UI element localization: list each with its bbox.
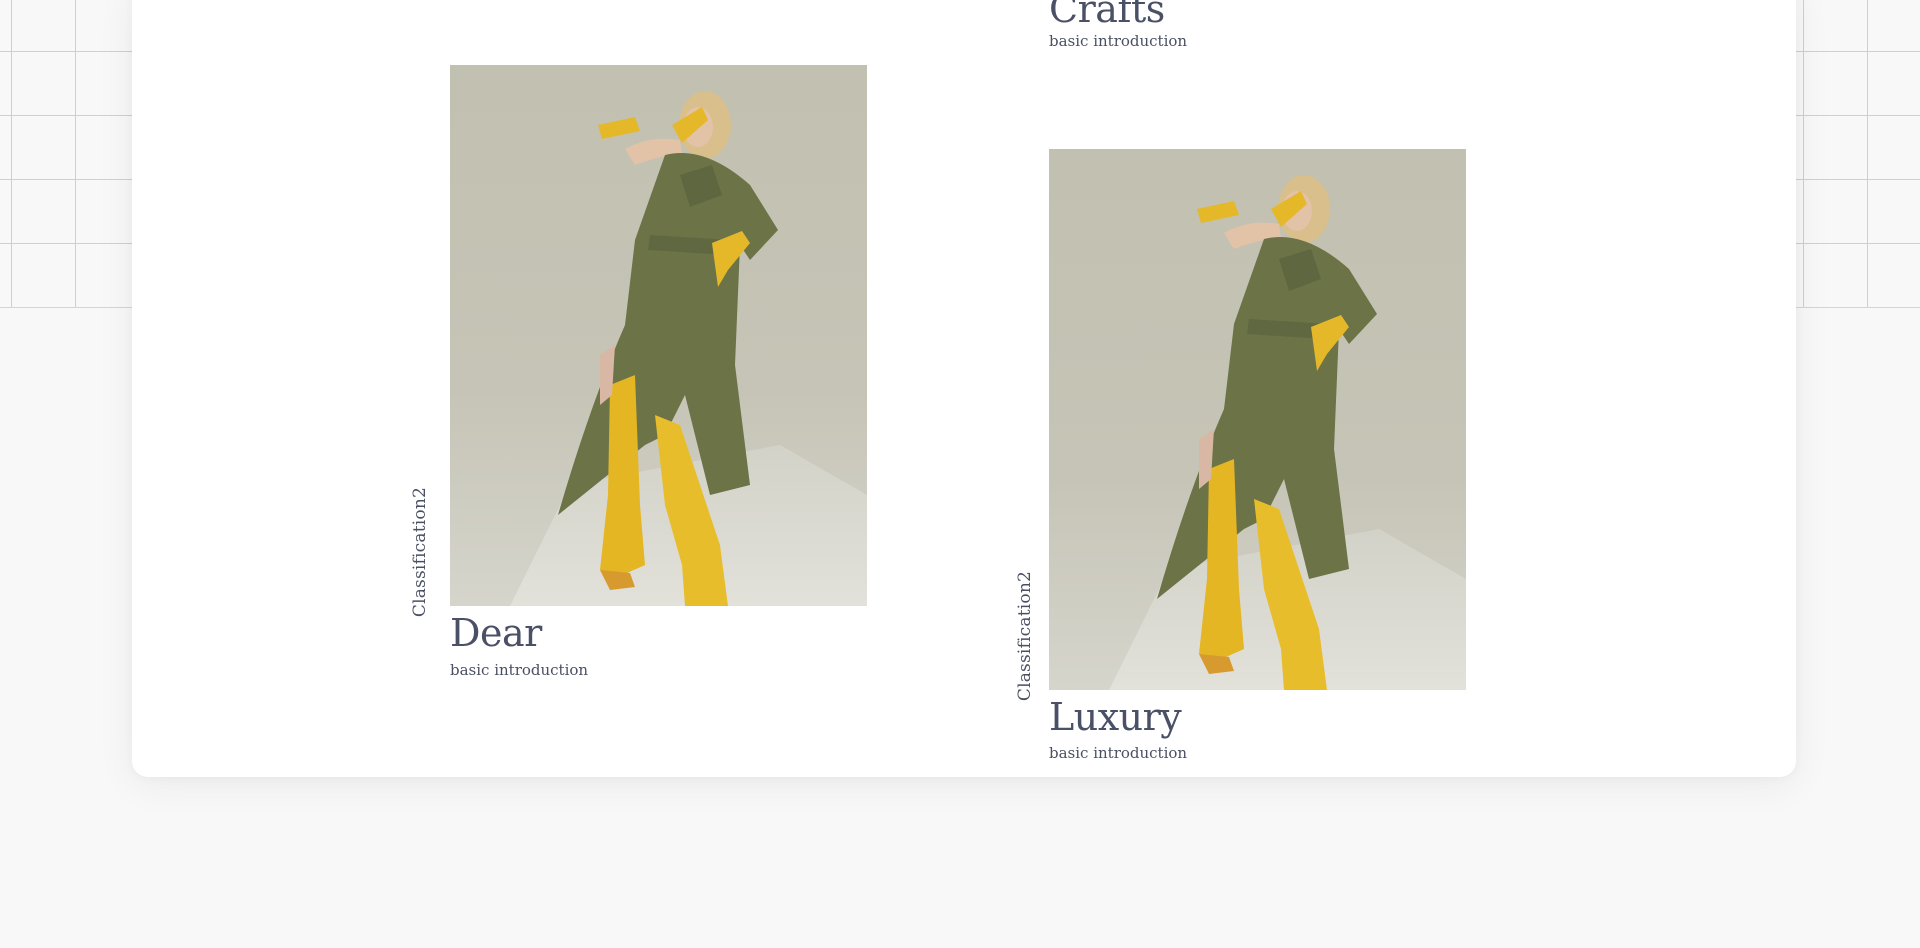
classification-label[interactable]: Classification2 — [1015, 571, 1035, 701]
product-intro: basic introduction — [1049, 32, 1188, 50]
product-gallery-card: Crafts basic introduction Classification… — [132, 0, 1796, 777]
product-title[interactable]: Crafts — [1049, 0, 1165, 28]
product-intro: basic introduction — [1049, 744, 1188, 762]
fashion-model-photo-icon — [1049, 149, 1466, 690]
product-title[interactable]: Dear — [450, 614, 542, 652]
product-image[interactable] — [450, 65, 867, 606]
product-title[interactable]: Luxury — [1049, 698, 1182, 736]
product-image[interactable] — [1049, 149, 1466, 690]
fashion-model-photo-icon — [450, 65, 867, 606]
classification-label[interactable]: Classification2 — [410, 487, 430, 617]
product-intro: basic introduction — [450, 661, 589, 679]
